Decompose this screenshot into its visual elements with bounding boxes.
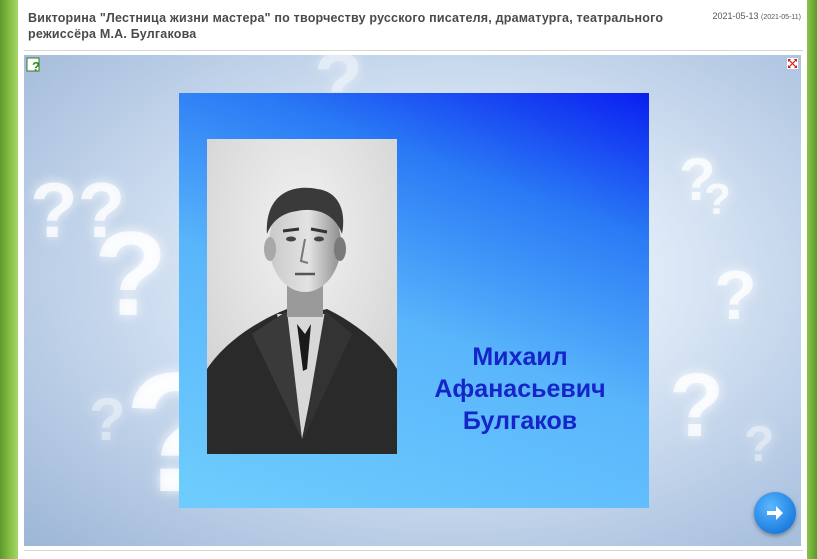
left-green-border — [0, 0, 18, 559]
title-divider — [24, 50, 803, 51]
portrait-photo — [207, 139, 397, 454]
arrow-right-icon — [767, 506, 783, 520]
decor-question-mark: ? — [94, 207, 168, 341]
page-title: Викторина "Лестница жизни мастера" по тв… — [28, 11, 664, 41]
portrait-illustration — [207, 139, 397, 454]
fullscreen-icon[interactable] — [787, 58, 798, 69]
date-original: (2021-05-11) — [761, 14, 801, 21]
bottom-divider — [24, 550, 803, 551]
date-published: 2021-05-13 — [712, 11, 759, 21]
decor-question-mark: ? — [669, 356, 724, 456]
author-patronymic: Афанасьевич — [434, 375, 606, 403]
author-name: Михаил Афанасьевич Булгаков — [415, 341, 625, 437]
author-last-name: Булгаков — [462, 407, 578, 435]
next-slide-button[interactable] — [754, 492, 796, 534]
decor-question-mark: ? — [89, 386, 126, 453]
decor-question-mark: ? — [744, 416, 775, 472]
presentation-stage: ?? ? ? ? ? ? ? ? ? ? ? Михаил Афанасьеви… — [24, 55, 801, 546]
svg-text:?: ? — [32, 59, 40, 73]
decor-question-mark: ? — [704, 175, 731, 224]
decor-question-mark: ? — [714, 256, 757, 334]
publish-date: 2021-05-13 (2021-05-11) — [712, 11, 801, 21]
slide: Михаил Афанасьевич Булгаков — [179, 93, 649, 508]
right-green-border — [807, 0, 817, 559]
content-panel: Викторина "Лестница жизни мастера" по тв… — [18, 0, 807, 559]
author-first-name: Михаил — [472, 343, 568, 371]
help-question-icon[interactable]: ? — [26, 57, 42, 73]
